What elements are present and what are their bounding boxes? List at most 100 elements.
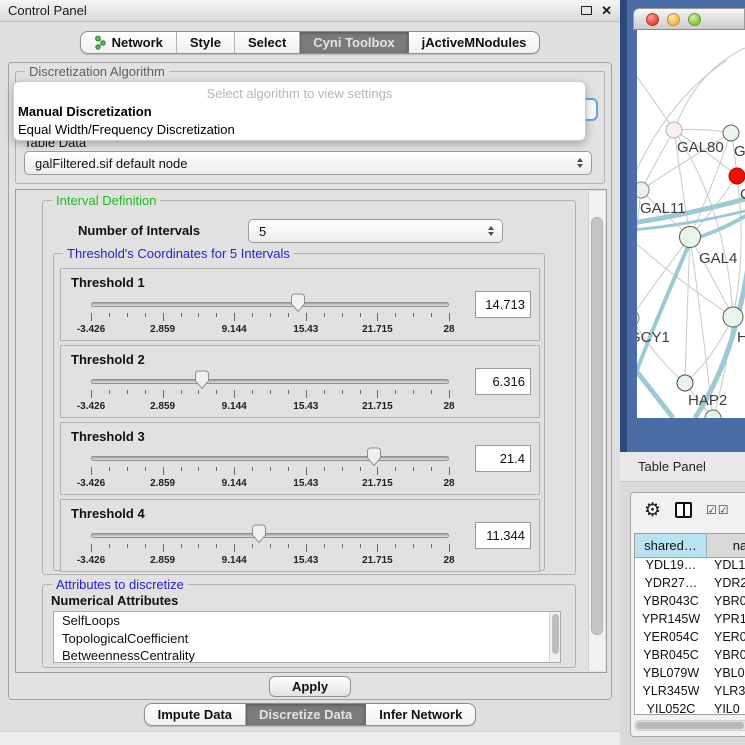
popup-option-manual[interactable]: Manual Discretization	[14, 103, 585, 121]
close-traffic-light[interactable]	[646, 13, 659, 26]
cell-name[interactable]: YBR0	[707, 594, 745, 612]
network-canvas[interactable]: GAL80 G. C GAL11 GAL4 GCY1 H HAP2	[637, 30, 745, 418]
column-header-name[interactable]: name	[707, 534, 745, 557]
zoom-traffic-light[interactable]	[688, 13, 701, 26]
attributes-list-scrollbar[interactable]	[549, 612, 560, 662]
table-row[interactable]: YBR045CYBR0	[635, 648, 745, 666]
slider-thumb[interactable]	[194, 370, 210, 390]
minimize-traffic-light[interactable]	[667, 13, 680, 26]
cell-name[interactable]: YBR0	[707, 648, 745, 666]
cell-name[interactable]: YIL0	[707, 702, 745, 720]
table-data-combobox[interactable]: galFiltered.sif default node	[24, 151, 592, 175]
node-hap2[interactable]	[677, 375, 693, 391]
threshold-1-value-field[interactable]: 14.713	[475, 291, 531, 318]
threshold-2-value-field[interactable]: 6.316	[475, 368, 531, 395]
scrollbar-thumb[interactable]	[636, 722, 744, 729]
table-horizontal-scrollbar[interactable]	[634, 720, 745, 731]
cell-shared-name[interactable]: YDL19…	[635, 558, 707, 576]
cell-name[interactable]: YBL0	[707, 666, 745, 684]
threshold-1-slider[interactable]: -3.4262.8599.14415.4321.71528	[91, 293, 449, 339]
close-icon[interactable]: ✕	[601, 4, 612, 17]
select-columns-icon[interactable]: ☑☑	[706, 503, 730, 517]
control-panel-titlebar: Control Panel ✕	[0, 0, 620, 22]
tick-mark	[181, 467, 182, 471]
table-row[interactable]: YBR043CYBR0	[635, 594, 745, 612]
tab-jactivemnodules[interactable]: jActiveMNodules	[409, 32, 540, 53]
cell-shared-name[interactable]: YER054C	[635, 630, 707, 648]
table-row[interactable]: YER054CYER0	[635, 630, 745, 648]
table-row[interactable]: YBL079WYBL0	[635, 666, 745, 684]
node-red-selected[interactable]	[729, 168, 745, 184]
node-top-right[interactable]	[723, 125, 739, 141]
slider-tick-labels: -3.4262.8599.14415.4321.71528	[91, 324, 449, 337]
slider-thumb[interactable]	[290, 293, 306, 313]
tick-mark	[395, 544, 396, 548]
scrollbar-thumb[interactable]	[591, 217, 603, 635]
tick-mark	[163, 467, 164, 475]
node-gcy1[interactable]	[637, 310, 639, 326]
slider-track[interactable]	[91, 302, 449, 307]
tab-discretize-data[interactable]: Discretize Data	[246, 704, 366, 725]
cell-shared-name[interactable]: YBR045C	[635, 648, 707, 666]
apply-button[interactable]: Apply	[269, 676, 351, 697]
cell-name[interactable]: YLR3	[707, 684, 745, 702]
table-rows: YDL19…YDL1YDR27…YDR2YBR043CYBR0YPR145WYP…	[635, 558, 745, 720]
tick-mark	[109, 390, 110, 394]
network-window-titlebar[interactable]	[633, 8, 745, 30]
table-row[interactable]: YLR345WYLR3	[635, 684, 745, 702]
panel-vertical-scrollbar[interactable]	[588, 191, 605, 671]
threshold-4-slider[interactable]: -3.4262.8599.14415.4321.71528	[91, 524, 449, 570]
attribute-list-item[interactable]: TopologicalCoefficient	[54, 630, 560, 648]
tick-mark	[413, 467, 414, 471]
cell-shared-name[interactable]: YLR345W	[635, 684, 707, 702]
tick-mark	[91, 313, 92, 321]
node-gal11[interactable]	[637, 182, 649, 198]
table-row[interactable]: YDR27…YDR2	[635, 576, 745, 594]
tick-label: 9.144	[222, 555, 247, 566]
split-columns-icon[interactable]	[675, 502, 692, 518]
tab-style[interactable]: Style	[177, 32, 235, 53]
label-cut-c: C	[740, 186, 745, 203]
node-h[interactable]	[723, 307, 743, 327]
popup-option-equal-width[interactable]: Equal Width/Frequency Discretization	[14, 121, 585, 139]
table-row[interactable]: YIL052CYIL0	[635, 702, 745, 720]
column-header-shared-name[interactable]: shared…	[635, 534, 707, 557]
tab-impute-data[interactable]: Impute Data	[145, 704, 246, 725]
cell-shared-name[interactable]: YBL079W	[635, 666, 707, 684]
table-row[interactable]: YPR145WYPR1	[635, 612, 745, 630]
slider-thumb[interactable]	[251, 524, 267, 544]
slider-track[interactable]	[91, 379, 449, 384]
tick-label: 21.715	[362, 401, 393, 412]
attribute-list-item[interactable]: BetweennessCentrality	[54, 647, 560, 663]
tab-select[interactable]: Select	[235, 32, 300, 53]
tick-mark	[181, 390, 182, 394]
cell-shared-name[interactable]: YPR145W	[635, 612, 707, 630]
threshold-4-value-field[interactable]: 11.344	[475, 522, 531, 549]
node-gal80[interactable]	[666, 122, 682, 138]
numerical-attributes-list[interactable]: SelfLoopsTopologicalCoefficientBetweenne…	[53, 611, 561, 663]
cell-name[interactable]: YDR2	[707, 576, 745, 594]
float-window-icon[interactable]	[581, 6, 592, 15]
cell-shared-name[interactable]: YBR043C	[635, 594, 707, 612]
tick-mark	[342, 390, 343, 394]
tab-infer-network[interactable]: Infer Network	[366, 704, 475, 725]
number-of-intervals-combobox[interactable]: 5	[248, 219, 503, 243]
tick-mark	[270, 390, 271, 394]
cell-shared-name[interactable]: YIL052C	[635, 702, 707, 720]
threshold-3-value-field[interactable]: 21.4	[475, 445, 531, 472]
table-row[interactable]: YDL19…YDL1	[635, 558, 745, 576]
tab-network[interactable]: Network	[81, 32, 177, 53]
tab-cyni-toolbox[interactable]: Cyni Toolbox	[300, 32, 408, 53]
slider-track[interactable]	[91, 456, 449, 461]
threshold-3-slider[interactable]: -3.4262.8599.14415.4321.71528	[91, 447, 449, 493]
slider-track[interactable]	[91, 533, 449, 538]
gear-icon[interactable]: ⚙	[644, 501, 661, 520]
attribute-list-item[interactable]: SelfLoops	[54, 612, 560, 630]
cell-name[interactable]: YPR1	[707, 612, 745, 630]
node-gal4[interactable]	[680, 227, 701, 248]
cell-name[interactable]: YER0	[707, 630, 745, 648]
slider-thumb[interactable]	[366, 447, 382, 467]
cell-name[interactable]: YDL1	[707, 558, 745, 576]
cell-shared-name[interactable]: YDR27…	[635, 576, 707, 594]
threshold-2-slider[interactable]: -3.4262.8599.14415.4321.71528	[91, 370, 449, 416]
